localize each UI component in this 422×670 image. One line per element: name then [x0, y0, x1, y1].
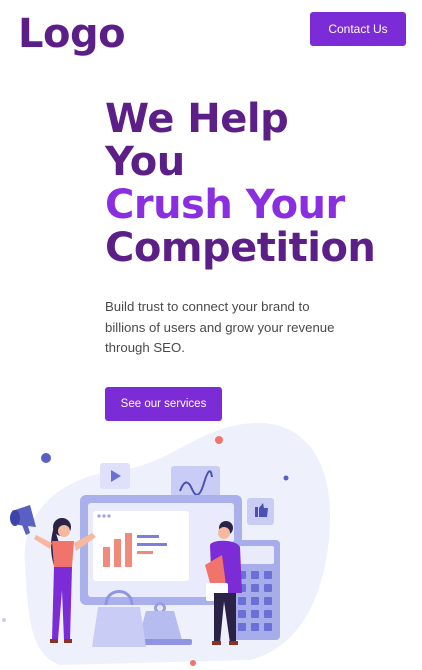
hero-illustration — [0, 415, 422, 666]
decor-dot — [283, 475, 289, 481]
headline-line-2: You — [105, 139, 185, 185]
decor-dot — [41, 453, 51, 463]
contact-us-button[interactable]: Contact Us — [310, 12, 406, 46]
logo[interactable]: Logo — [18, 8, 126, 60]
hero-subtitle: Build trust to connect your brand to bil… — [105, 299, 335, 355]
hero-headline: We Help You Crush Your Competition — [105, 98, 405, 270]
headline-line-1: We Help — [105, 96, 289, 142]
thumbs-up-icon — [247, 498, 274, 525]
play-icon — [100, 463, 130, 489]
headline-line-3: Crush Your — [105, 182, 345, 228]
decor-dot — [190, 660, 196, 666]
decor-dot — [2, 618, 6, 622]
decor-dot — [215, 436, 223, 444]
headline-line-4: Competition — [105, 225, 376, 271]
